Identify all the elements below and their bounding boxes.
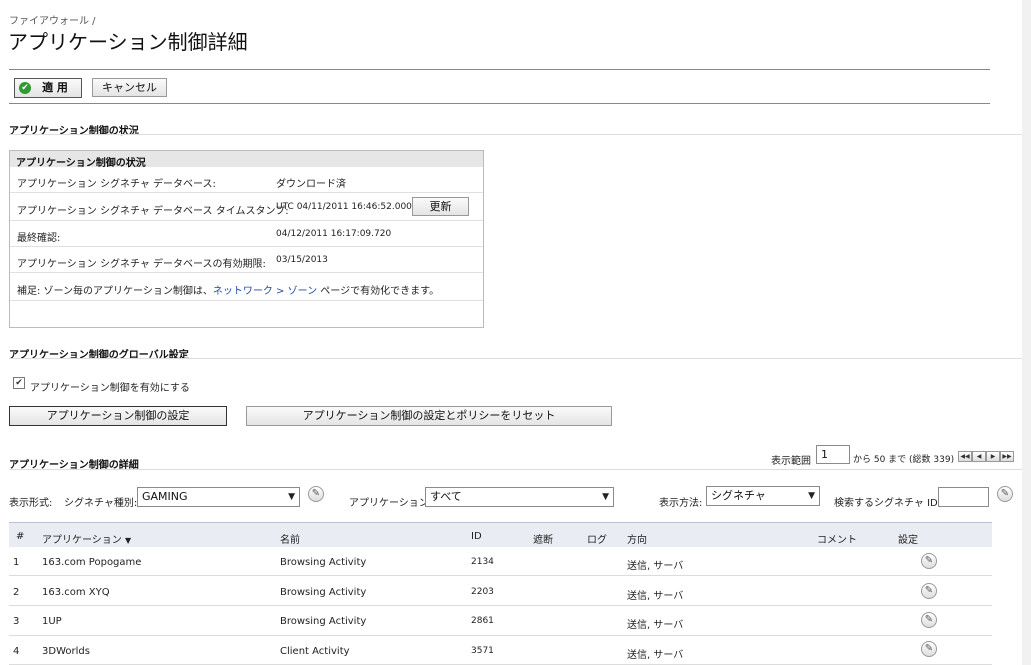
sig-category-value: GAMING [142, 490, 188, 503]
refresh-button[interactable]: 更新 [412, 197, 469, 216]
last-checked-value: 04/12/2011 16:17:09.720 [276, 229, 392, 239]
row-divider [10, 192, 483, 193]
network-zones-link[interactable]: ネットワーク > ゾーン [213, 286, 317, 297]
search-id-input[interactable] [938, 487, 989, 507]
vertical-scrollbar[interactable] [1022, 0, 1031, 665]
reset-settings-button[interactable]: アプリケーション制御の設定とポリシーをリセット [246, 406, 612, 426]
sigdb-label: アプリケーション シグネチャ データベース: [17, 179, 216, 190]
table-row-id: 2134 [471, 557, 494, 567]
enable-app-control-checkbox[interactable]: ✔ [13, 377, 25, 389]
note-prefix: 補足: [17, 286, 41, 297]
application-select[interactable]: すべて ▼ [425, 487, 614, 507]
view-method-label: 表示方法: [659, 498, 703, 509]
row-divider [9, 635, 992, 636]
row-divider [9, 575, 992, 576]
table-row-direction: 送信, サーバ [627, 620, 684, 631]
note-text: ゾーン毎のアプリケーション制御は、 [40, 286, 213, 297]
apply-button[interactable]: ✔ 適 用 [14, 78, 82, 98]
col-num: # [16, 531, 25, 542]
toolbar-divider-bottom [9, 103, 990, 104]
pencil-icon[interactable]: ✎ [921, 583, 937, 599]
view-method-select[interactable]: シグネチャ ▼ [706, 486, 820, 506]
enable-app-control-label: アプリケーション制御を有効にする [30, 383, 190, 394]
section-divider [9, 469, 1022, 470]
range-label: 表示範囲 [771, 456, 811, 467]
toolbar-divider-top [9, 69, 990, 70]
col-application-label: アプリケーション [42, 535, 122, 546]
table-row-id: 2203 [471, 587, 494, 597]
table-row-num: 1 [13, 557, 20, 568]
table-row-direction: 送信, サーバ [627, 591, 684, 602]
col-direction: 方向 [627, 535, 647, 546]
sigdb-expiry-label: アプリケーション シグネチャ データベースの有効期限: [17, 259, 266, 270]
prev-page-icon[interactable]: ◀ [972, 451, 986, 462]
next-page-icon[interactable]: ▶ [986, 451, 1000, 462]
pencil-icon[interactable]: ✎ [921, 612, 937, 628]
application-label: アプリケーション: [349, 498, 433, 509]
table-row-name-link[interactable]: Client Activity [280, 646, 350, 657]
chevron-down-icon: ▼ [602, 492, 609, 502]
last-checked-label: 最終確認: [17, 233, 61, 244]
table-row-name-link[interactable]: Browsing Activity [280, 557, 366, 568]
chevron-down-icon: ▼ [808, 491, 815, 501]
display-format-label: 表示形式: [9, 498, 53, 509]
table-row-direction: 送信, サーバ [627, 561, 684, 572]
sig-category-label: シグネチャ種別: [64, 498, 138, 509]
pencil-icon[interactable]: ✎ [997, 486, 1013, 502]
section-divider [9, 134, 1022, 135]
check-circle-icon: ✔ [19, 82, 31, 94]
section-divider [9, 358, 1022, 359]
last-page-icon[interactable]: ▶▶ [1000, 451, 1014, 462]
cancel-button[interactable]: キャンセル [92, 78, 167, 97]
col-application[interactable]: アプリケーション ▼ [42, 531, 131, 546]
search-id-label: 検索するシグネチャ ID: [834, 498, 942, 509]
table-row-num: 3 [13, 616, 20, 627]
row-divider [10, 272, 483, 273]
page-title: アプリケーション制御詳細 [8, 30, 248, 54]
pencil-icon[interactable]: ✎ [921, 641, 937, 657]
col-comment: コメント [817, 535, 857, 546]
sigdb-expiry-value: 03/15/2013 [276, 255, 328, 265]
sort-desc-icon: ▼ [125, 536, 132, 545]
row-divider [9, 605, 992, 606]
col-settings: 設定 [898, 535, 918, 546]
col-id: ID [471, 531, 482, 542]
range-suffix: から 50 まで (総数 339) [853, 455, 955, 465]
table-row-app-link[interactable]: 163.com Popogame [42, 557, 141, 568]
status-box-title: アプリケーション制御の状況 [16, 158, 146, 169]
range-start-input[interactable]: 1 [816, 445, 850, 464]
row-divider [10, 246, 483, 247]
view-method-value: シグネチャ [711, 489, 766, 502]
table-row-id: 2861 [471, 616, 494, 626]
breadcrumb[interactable]: ファイアウォール / [9, 12, 96, 27]
table-row-app-link[interactable]: 1UP [42, 616, 62, 627]
sig-category-select[interactable]: GAMING ▼ [137, 487, 300, 507]
row-divider [10, 220, 483, 221]
table-row-name-link[interactable]: Browsing Activity [280, 587, 366, 598]
chevron-down-icon: ▼ [288, 492, 295, 502]
sigdb-timestamp-value: UTC 04/11/2011 16:46:52.000 [276, 202, 412, 212]
table-row-id: 3571 [471, 646, 494, 656]
table-row-app-link[interactable]: 163.com XYQ [42, 587, 110, 598]
table-row-name-link[interactable]: Browsing Activity [280, 616, 366, 627]
note-text-end: ページで有効化できます。 [317, 286, 440, 297]
app-control-settings-button[interactable]: アプリケーション制御の設定 [9, 406, 227, 426]
pencil-icon[interactable]: ✎ [308, 486, 324, 502]
table-row-num: 2 [13, 587, 20, 598]
table-row-direction: 送信, サーバ [627, 650, 684, 661]
first-page-icon[interactable]: ◀◀ [958, 451, 972, 462]
col-block: 遮断 [533, 535, 553, 546]
application-value: すべて [430, 490, 462, 503]
status-note: 補足: ゾーン毎のアプリケーション制御は、ネットワーク > ゾーン ページで有効… [17, 282, 439, 297]
row-divider [10, 300, 483, 301]
apply-label: 適 用 [42, 81, 68, 94]
sigdb-timestamp-label: アプリケーション シグネチャ データベース タイムスタンプ: [17, 206, 289, 217]
sigdb-value: ダウンロード済 [276, 179, 346, 190]
table-row-app-link[interactable]: 3DWorlds [42, 646, 90, 657]
col-log: ログ [587, 535, 607, 546]
pencil-icon[interactable]: ✎ [921, 553, 937, 569]
table-row-num: 4 [13, 646, 20, 657]
col-name: 名前 [280, 535, 300, 546]
